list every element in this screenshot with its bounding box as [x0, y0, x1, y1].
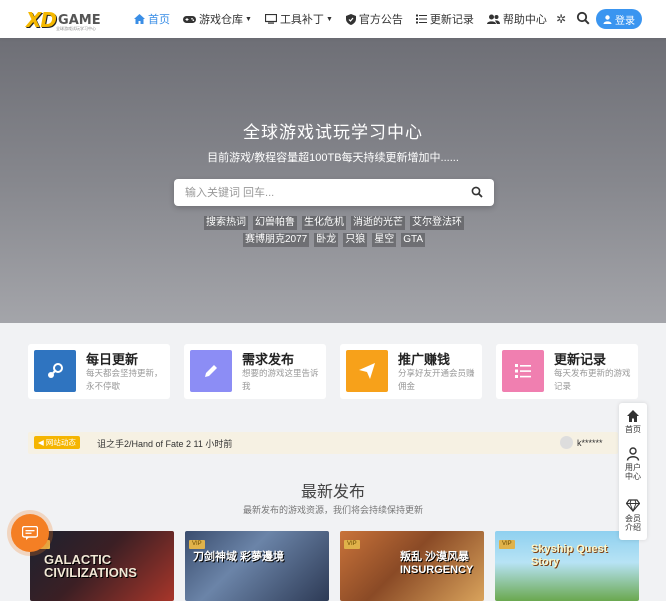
user-icon: [626, 447, 640, 461]
chevron-down-icon: ▼: [245, 15, 252, 23]
gamepad-icon: [183, 15, 196, 23]
side-float-menu: 首页 用户中心 会员介绍: [619, 403, 647, 540]
hot-keywords-label: 搜索热词: [204, 216, 248, 230]
side-vip-intro[interactable]: 会员介绍: [619, 498, 647, 532]
chat-icon: [22, 526, 38, 540]
user-icon: [603, 14, 612, 24]
card-title: 每日更新: [86, 352, 139, 367]
list-icon: [415, 14, 427, 24]
search-input[interactable]: [174, 179, 454, 206]
card-desc: 每天都会坚持更新，永不停歇: [86, 368, 163, 391]
side-home-label: 首页: [625, 425, 641, 434]
feature-cards: 每日更新 每天都会坚持更新，永不停歇 需求发布 想要的游戏这里告诉我 推广赚钱 …: [28, 344, 640, 400]
side-vip-label: 会员介绍: [625, 514, 641, 532]
side-user-label: 用户中心: [625, 463, 641, 481]
avatar: [560, 436, 573, 449]
hot-keyword[interactable]: 卧龙: [314, 233, 339, 247]
nav-game-repo-label: 游戏仓库: [199, 14, 243, 26]
card-referral[interactable]: 推广赚钱 分享好友开通会员赚佣金: [340, 344, 482, 399]
site-logo[interactable]: XD GAME 全球游戏试玩学习中心: [26, 7, 102, 33]
users-icon: [486, 14, 500, 24]
hot-keyword[interactable]: 生化危机: [302, 216, 346, 230]
card-title: 更新记录: [554, 352, 607, 367]
side-home[interactable]: 首页: [619, 409, 647, 434]
nav-announcement[interactable]: 官方公告: [345, 11, 403, 27]
game-title: 叛乱 沙漠风暴 INSURGENCY: [400, 551, 474, 576]
game-title: GALACTIC CIVILIZATIONS: [44, 552, 137, 580]
vip-badge: VIP: [499, 540, 515, 549]
hot-keyword[interactable]: 幻兽帕鲁: [253, 216, 297, 230]
chat-button[interactable]: [11, 514, 49, 552]
hot-keyword[interactable]: 赛博朋克2077: [242, 233, 310, 247]
nav-home-label: 首页: [148, 14, 170, 26]
card-desc: 每天发布更新的游戏记录: [554, 368, 631, 391]
home-icon: [627, 410, 639, 422]
side-user-center[interactable]: 用户中心: [619, 447, 647, 481]
search-icon[interactable]: [576, 11, 590, 25]
hot-keyword[interactable]: 只狼: [343, 233, 368, 247]
login-button[interactable]: 登录: [596, 9, 642, 29]
hot-keyword[interactable]: 消逝的光芒: [351, 216, 405, 230]
card-desc: 想要的游戏这里告诉我: [242, 368, 319, 391]
login-label: 登录: [615, 15, 635, 27]
vip-badge: VIP: [189, 540, 205, 549]
hot-keyword[interactable]: 艾尔登法环: [410, 216, 464, 230]
card-title: 需求发布: [242, 352, 295, 367]
monitor-icon: [264, 14, 277, 24]
nav-game-repo[interactable]: 游戏仓库 ▼: [183, 11, 252, 27]
hot-keyword[interactable]: 星空: [372, 233, 397, 247]
nav-tools[interactable]: 工具补丁 ▼: [264, 11, 333, 27]
diamond-icon: [626, 499, 640, 512]
list-check-icon: [502, 350, 544, 392]
vip-badge: VIP: [344, 540, 360, 549]
nav-help-label: 帮助中心: [502, 14, 547, 26]
nav-announcement-label: 官方公告: [358, 14, 403, 26]
hot-keywords: 搜索热词 幻兽帕鲁 生化危机 消逝的光芒 艾尔登法环 赛博朋克2077 卧龙 只…: [174, 216, 494, 247]
news-user: k******: [560, 436, 603, 449]
news-badge-label: 网站动态: [45, 438, 76, 447]
hero-subtitle: 目前游戏/教程容量超100TB每天持续更新增加中......: [207, 152, 459, 164]
game-card[interactable]: VIP 叛乱 沙漠风暴 INSURGENCY: [340, 531, 484, 601]
news-badge: ◀ 网站动态: [34, 436, 80, 449]
news-text[interactable]: 诅之手2/Hand of Fate 2 11 小时前: [97, 437, 232, 450]
site-news-bar: ◀ 网站动态 诅之手2/Hand of Fate 2 11 小时前 k*****…: [28, 432, 618, 454]
main-nav: 首页 游戏仓库 ▼ 工具补丁 ▼ 官方公告 更新记录 帮助中心: [134, 0, 560, 38]
card-changelog[interactable]: 更新记录 每天发布更新的游戏记录: [496, 344, 638, 399]
hero-search-box: [174, 179, 494, 206]
nav-tools-label: 工具补丁: [279, 14, 324, 26]
nav-changelog-label: 更新记录: [429, 14, 474, 26]
game-title: Skyship Quest Story: [531, 543, 608, 568]
search-icon[interactable]: [471, 186, 483, 198]
paper-plane-icon: [346, 350, 388, 392]
game-title: 刀剑神域 彩夢邊境: [193, 551, 285, 563]
card-desc: 分享好友开通会员赚佣金: [398, 368, 475, 391]
news-username: k******: [577, 437, 603, 448]
nav-home[interactable]: 首页: [134, 11, 170, 27]
game-card[interactable]: VIP 刀剑神域 彩夢邊境: [185, 531, 329, 601]
hot-keyword[interactable]: GTA: [401, 233, 426, 247]
latest-game-list: VIP GALACTIC CIVILIZATIONS VIP 刀剑神域 彩夢邊境…: [30, 531, 640, 601]
chevron-down-icon: ▼: [325, 15, 333, 23]
home-icon: [134, 14, 145, 24]
card-title: 推广赚钱: [398, 352, 451, 367]
card-daily-update[interactable]: 每日更新 每天都会坚持更新，永不停歇: [28, 344, 170, 399]
hero-title: 全球游戏试玩学习中心: [243, 123, 423, 142]
nav-changelog[interactable]: 更新记录: [415, 11, 474, 27]
settings-icon[interactable]: ✲: [556, 12, 566, 26]
hero-banner: 全球游戏试玩学习中心 目前游戏/教程容量超100TB每天持续更新增加中.....…: [0, 38, 666, 323]
logo-xd: XD: [26, 8, 57, 32]
section-title: 最新发布: [300, 484, 365, 501]
pencil-icon: [190, 350, 232, 392]
card-request[interactable]: 需求发布 想要的游戏这里告诉我: [184, 344, 326, 399]
shield-icon: [345, 13, 356, 25]
logo-tagline: 全球游戏试玩学习中心: [56, 26, 96, 31]
section-subtitle: 最新发布的游戏资源，我们将会持续保持更新: [242, 505, 423, 515]
steam-icon: [34, 350, 76, 392]
game-card[interactable]: VIP Skyship Quest Story: [495, 531, 639, 601]
megaphone-icon: ◀: [38, 438, 44, 447]
nav-help[interactable]: 帮助中心: [486, 11, 547, 27]
game-card[interactable]: VIP GALACTIC CIVILIZATIONS: [30, 531, 174, 601]
top-navbar: XD GAME 全球游戏试玩学习中心 首页 游戏仓库 ▼ 工具补丁 ▼ 官方公告…: [0, 0, 666, 38]
